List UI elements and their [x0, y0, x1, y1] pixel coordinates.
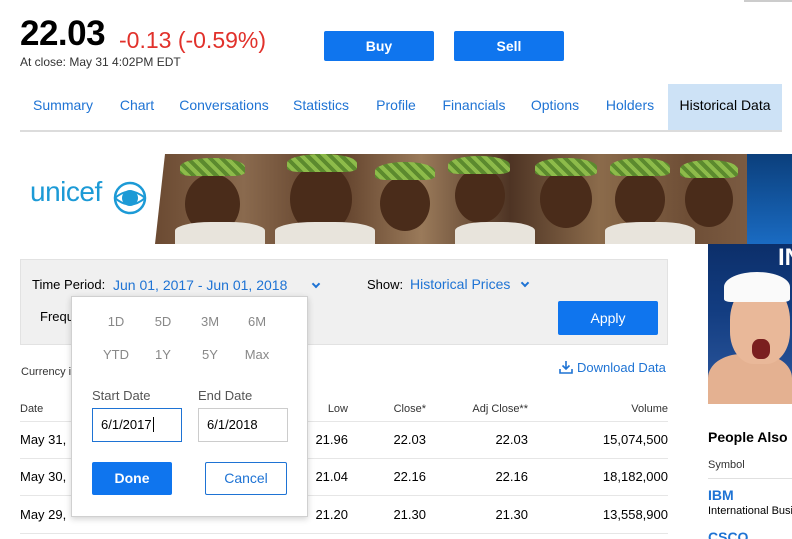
- cancel-button[interactable]: Cancel: [205, 462, 287, 495]
- side-ad-image[interactable]: IN: [708, 244, 792, 404]
- start-date-value: 6/1/2017: [101, 417, 152, 432]
- tab-profile[interactable]: Profile: [362, 84, 430, 130]
- company-name: International Busi: [708, 505, 792, 517]
- preset-ytd[interactable]: YTD: [96, 347, 136, 362]
- paw-divider: [708, 478, 792, 479]
- date-range-popup: 1D 5D 3M 6M YTD 1Y 5Y Max Start Date End…: [71, 296, 308, 517]
- download-data-link[interactable]: Download Data: [559, 360, 666, 375]
- ticker-link-ibm[interactable]: IBM: [708, 487, 734, 503]
- time-period-value: Jun 01, 2017 - Jun 01, 2018: [113, 277, 288, 293]
- cell-volume: 13,558,900: [602, 507, 668, 522]
- end-date-label: End Date: [198, 388, 253, 403]
- show-label: Show:: [367, 277, 404, 292]
- unicef-globe-icon: [113, 181, 147, 215]
- sell-button[interactable]: Sell: [454, 31, 564, 61]
- download-data-label: Download Data: [577, 360, 666, 375]
- cell-adj-close: 21.30: [495, 507, 528, 522]
- col-header-date: Date: [20, 403, 44, 415]
- banner-photo[interactable]: [155, 154, 747, 244]
- col-header-volume: Volume: [631, 403, 668, 415]
- time-period-dropdown[interactable]: Jun 01, 2017 - Jun 01, 2018: [113, 277, 321, 293]
- chevron-down-icon: [521, 278, 530, 288]
- apply-button[interactable]: Apply: [558, 301, 658, 335]
- side-ad-top[interactable]: [747, 154, 792, 244]
- cell-close: 22.03: [393, 432, 426, 447]
- buy-button[interactable]: Buy: [324, 31, 434, 61]
- tab-statistics[interactable]: Statistics: [280, 84, 362, 130]
- quote-tabs: Summary Chart Conversations Statistics P…: [20, 84, 782, 132]
- col-header-adj-close: Adj Close**: [472, 403, 528, 415]
- stock-price: 22.03: [20, 14, 106, 53]
- start-date-label: Start Date: [92, 388, 151, 403]
- preset-1y[interactable]: 1Y: [143, 347, 183, 362]
- show-dropdown[interactable]: Historical Prices: [410, 276, 530, 292]
- header-divider: [744, 0, 792, 2]
- start-date-input[interactable]: 6/1/2017: [92, 408, 182, 442]
- people-also-watch-title: People Also: [708, 429, 788, 445]
- tab-options[interactable]: Options: [518, 84, 592, 130]
- tab-financials[interactable]: Financials: [430, 84, 518, 130]
- preset-5d[interactable]: 5D: [143, 314, 183, 329]
- frequency-label: Frequ: [40, 309, 74, 324]
- symbol-header: Symbol: [708, 459, 745, 471]
- cell-date: May 29,: [20, 507, 67, 522]
- show-value: Historical Prices: [410, 276, 511, 292]
- table-row-divider: [20, 533, 668, 534]
- cell-adj-close: 22.16: [495, 469, 528, 484]
- done-button[interactable]: Done: [92, 462, 172, 495]
- currency-label: Currency i: [21, 366, 72, 378]
- cell-date: May 31,: [20, 432, 67, 447]
- text-cursor: [152, 417, 154, 432]
- close-timestamp: At close: May 31 4:02PM EDT: [20, 55, 181, 69]
- col-header-close: Close*: [393, 403, 426, 415]
- cell-adj-close: 22.03: [495, 432, 528, 447]
- tab-conversations[interactable]: Conversations: [168, 84, 280, 130]
- preset-6m[interactable]: 6M: [237, 314, 277, 329]
- tab-historical-data[interactable]: Historical Data: [668, 84, 782, 130]
- time-period-label: Time Period:: [32, 277, 106, 292]
- ad-text: IN: [778, 244, 792, 271]
- price-change: -0.13 (-0.59%): [119, 27, 267, 53]
- cell-close: 22.16: [393, 469, 426, 484]
- tab-summary[interactable]: Summary: [20, 84, 106, 130]
- preset-max[interactable]: Max: [237, 347, 277, 362]
- tab-chart[interactable]: Chart: [106, 84, 168, 130]
- preset-1d[interactable]: 1D: [96, 314, 136, 329]
- tab-holders[interactable]: Holders: [592, 84, 668, 130]
- download-icon: [559, 361, 573, 374]
- chevron-down-icon: [312, 279, 321, 289]
- cell-volume: 18,182,000: [602, 469, 668, 484]
- cell-volume: 15,074,500: [602, 432, 668, 447]
- preset-3m[interactable]: 3M: [190, 314, 230, 329]
- cell-date: May 30,: [20, 469, 67, 484]
- preset-5y[interactable]: 5Y: [190, 347, 230, 362]
- cell-close: 21.30: [393, 507, 426, 522]
- ticker-link-csco[interactable]: CSCO: [708, 529, 748, 539]
- end-date-input[interactable]: 6/1/2018: [198, 408, 288, 442]
- unicef-logo[interactable]: unicef: [30, 176, 102, 208]
